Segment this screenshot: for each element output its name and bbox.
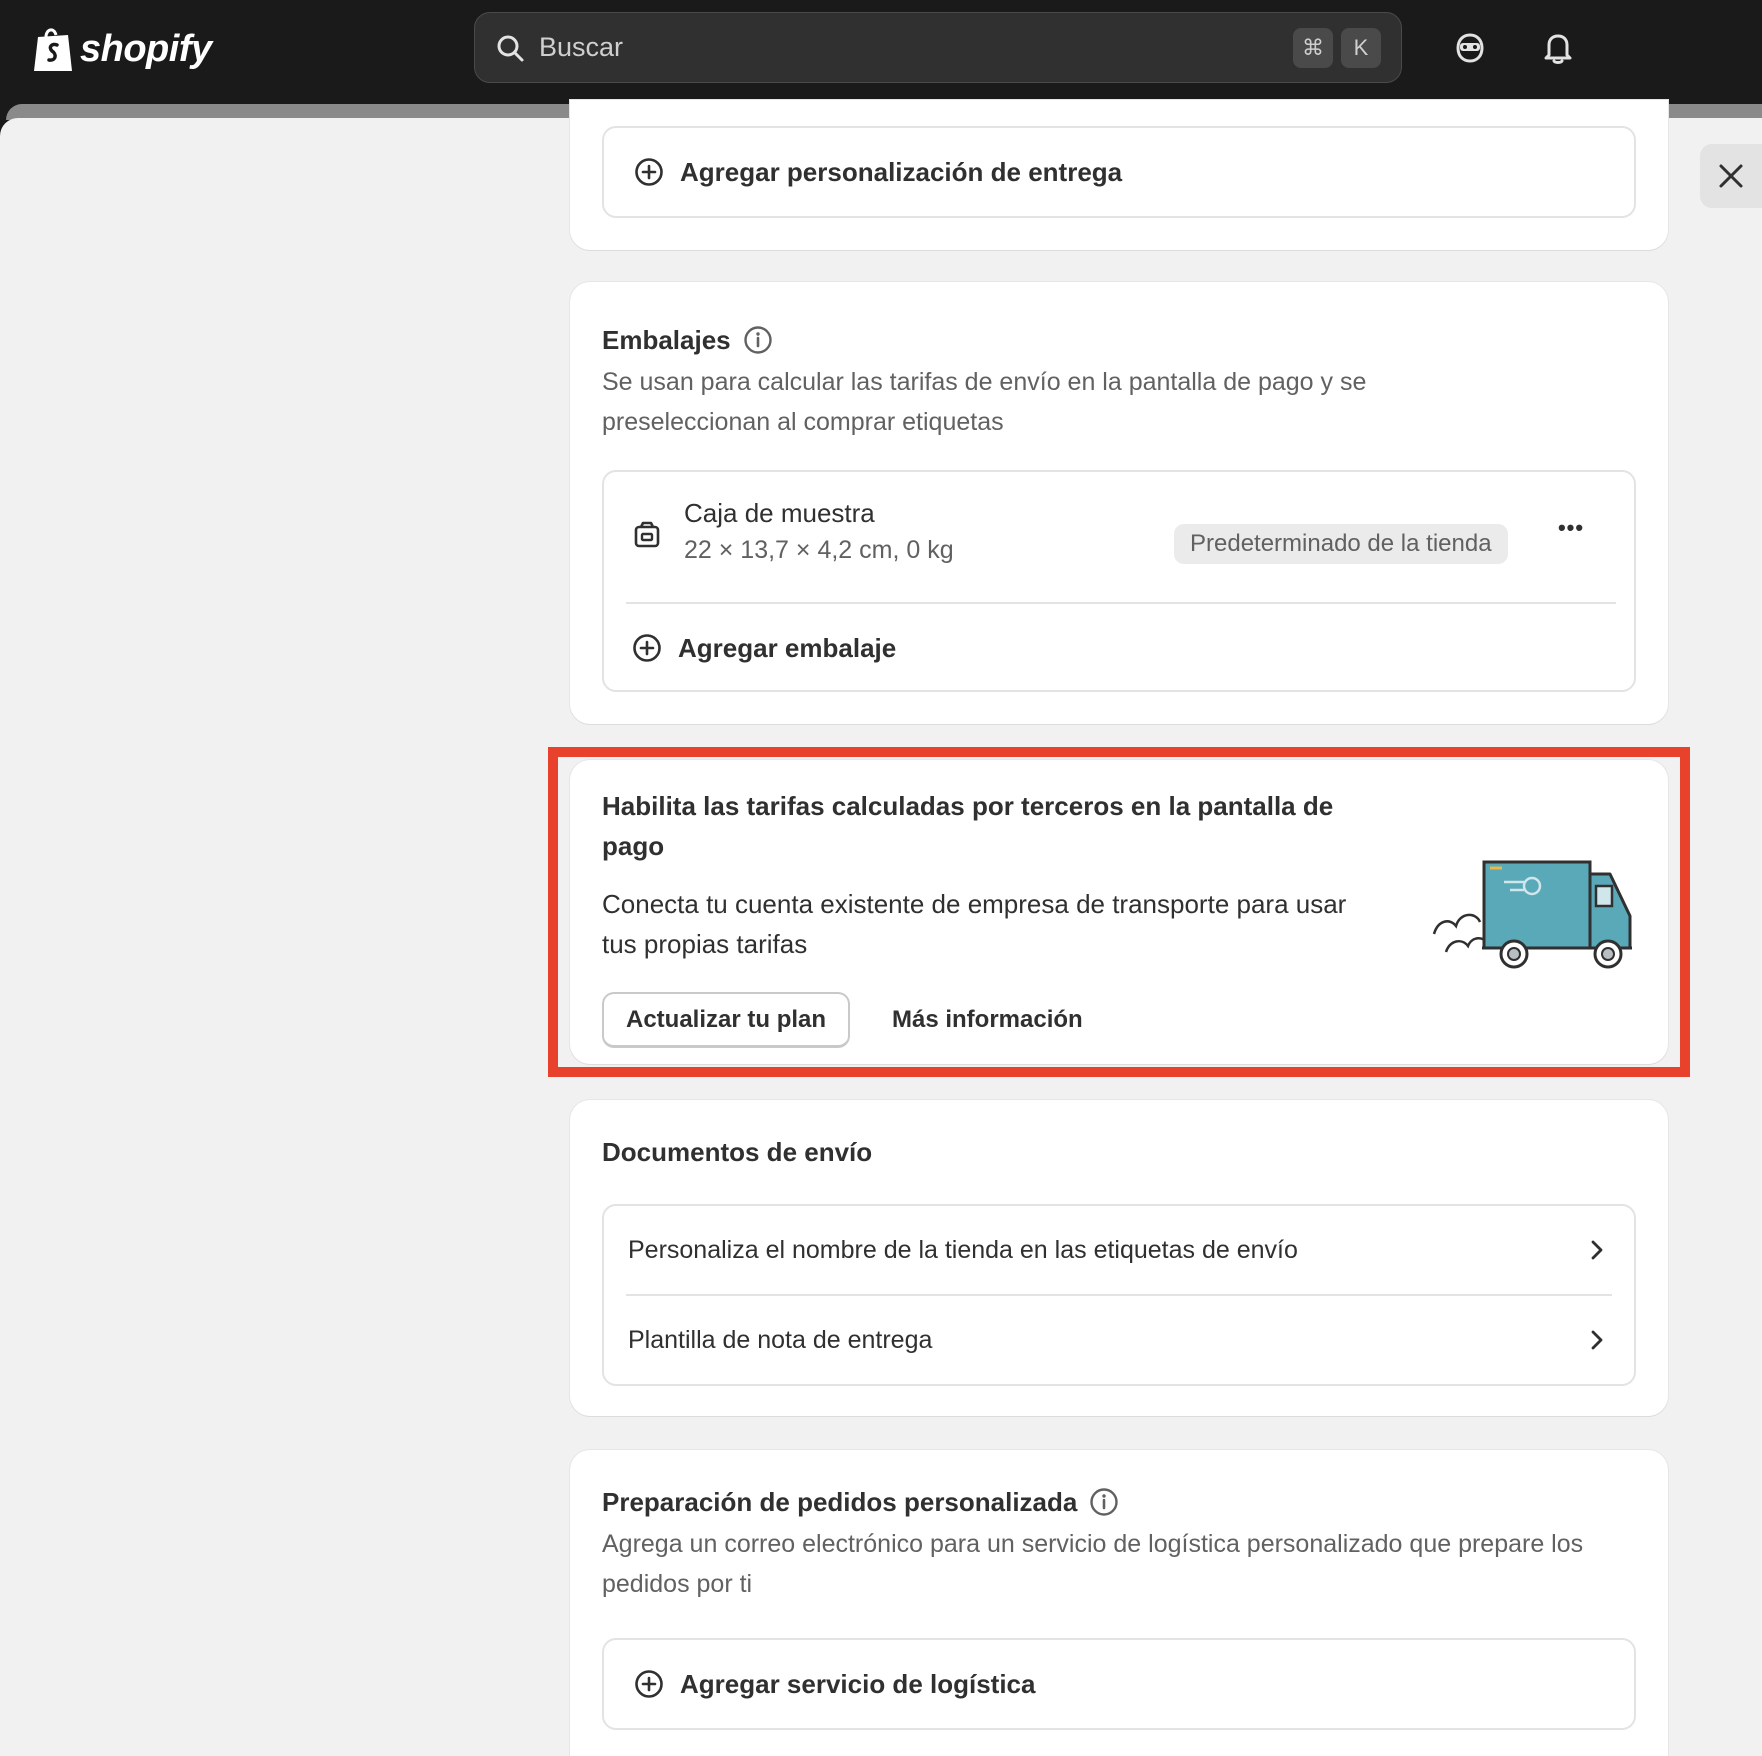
package-name: Caja de muestra <box>684 498 875 528</box>
store-default-badge: Predeterminado de la tienda <box>1174 524 1508 564</box>
shortcut-cmd-key: ⌘ <box>1293 27 1333 68</box>
packages-title: Embalajes <box>602 318 773 362</box>
highlight-box <box>548 747 1690 1077</box>
shopify-bag-icon <box>34 28 72 71</box>
top-bar: shopify Buscar ⌘ K <box>0 0 1762 104</box>
packages-description: Se usan para calcular las tarifas de env… <box>602 368 1367 436</box>
search-input[interactable]: Buscar <box>539 32 1285 63</box>
close-icon <box>1719 164 1743 188</box>
store-name-labels-row[interactable]: Personaliza el nombre de la tienda en la… <box>604 1206 1634 1294</box>
packing-slip-template-row[interactable]: Plantilla de nota de entrega <box>604 1296 1634 1384</box>
plus-circle-icon <box>633 634 661 662</box>
packages-list: Caja de muestra 22 × 13,7 × 4,2 cm, 0 kg… <box>602 470 1636 692</box>
delivery-customization-box: Agregar personalización de entrega <box>602 126 1636 218</box>
shopify-logo[interactable]: shopify <box>32 24 212 74</box>
plus-circle-icon <box>635 1670 663 1698</box>
chevron-right-icon <box>1591 1330 1603 1350</box>
plus-circle-icon <box>635 158 663 186</box>
store-name-labels-label: Personaliza el nombre de la tienda en la… <box>628 1235 1298 1264</box>
add-delivery-customization-button[interactable]: Agregar personalización de entrega <box>604 128 1634 216</box>
add-package-button[interactable]: Agregar embalaje <box>604 604 1634 692</box>
add-delivery-customization-label: Agregar personalización de entrega <box>680 156 1123 187</box>
packages-card: Embalajes Se usan para calcular las tari… <box>570 282 1668 724</box>
info-icon[interactable] <box>1089 1487 1119 1517</box>
bell-icon <box>1544 34 1572 64</box>
add-fulfillment-service-button[interactable]: Agregar servicio de logística <box>604 1640 1634 1728</box>
shipping-documents-list: Personaliza el nombre de la tienda en la… <box>602 1204 1636 1386</box>
add-package-label: Agregar embalaje <box>678 632 897 663</box>
info-icon[interactable] <box>743 325 773 355</box>
shortcut-k-key: K <box>1341 27 1381 68</box>
brand-name: shopify <box>80 27 212 70</box>
custom-fulfillment-box: Agregar servicio de logística <box>602 1638 1636 1730</box>
custom-fulfillment-card: Preparación de pedidos personalizada Agr… <box>570 1450 1668 1756</box>
package-dimensions: 22 × 13,7 × 4,2 cm, 0 kg <box>684 536 954 564</box>
chevron-right-icon <box>1591 1240 1603 1260</box>
packing-slip-template-label: Plantilla de nota de entrega <box>628 1325 933 1354</box>
package-more-actions-button[interactable]: ••• <box>1544 506 1598 550</box>
sidekick-button[interactable] <box>1450 28 1490 68</box>
shipping-documents-title: Documentos de envío <box>602 1136 873 1167</box>
custom-fulfillment-title-text: Preparación de pedidos personalizada <box>602 1486 1078 1517</box>
custom-fulfillment-description: Agrega un correo electrónico para un ser… <box>602 1530 1584 1598</box>
notifications-button[interactable] <box>1538 28 1578 68</box>
add-fulfillment-service-label: Agregar servicio de logística <box>680 1668 1036 1699</box>
search-bar[interactable]: Buscar ⌘ K <box>474 12 1402 83</box>
shipping-documents-card: Documentos de envío Personaliza el nombr… <box>570 1100 1668 1416</box>
package-box-icon <box>634 521 660 548</box>
custom-fulfillment-title: Preparación de pedidos personalizada <box>602 1480 1119 1524</box>
sidekick-icon <box>1456 33 1484 63</box>
packages-title-text: Embalajes <box>602 324 731 355</box>
search-icon <box>497 35 524 61</box>
delivery-customization-card: Agregar personalización de entrega <box>570 100 1668 250</box>
close-settings-button[interactable] <box>1700 144 1762 208</box>
